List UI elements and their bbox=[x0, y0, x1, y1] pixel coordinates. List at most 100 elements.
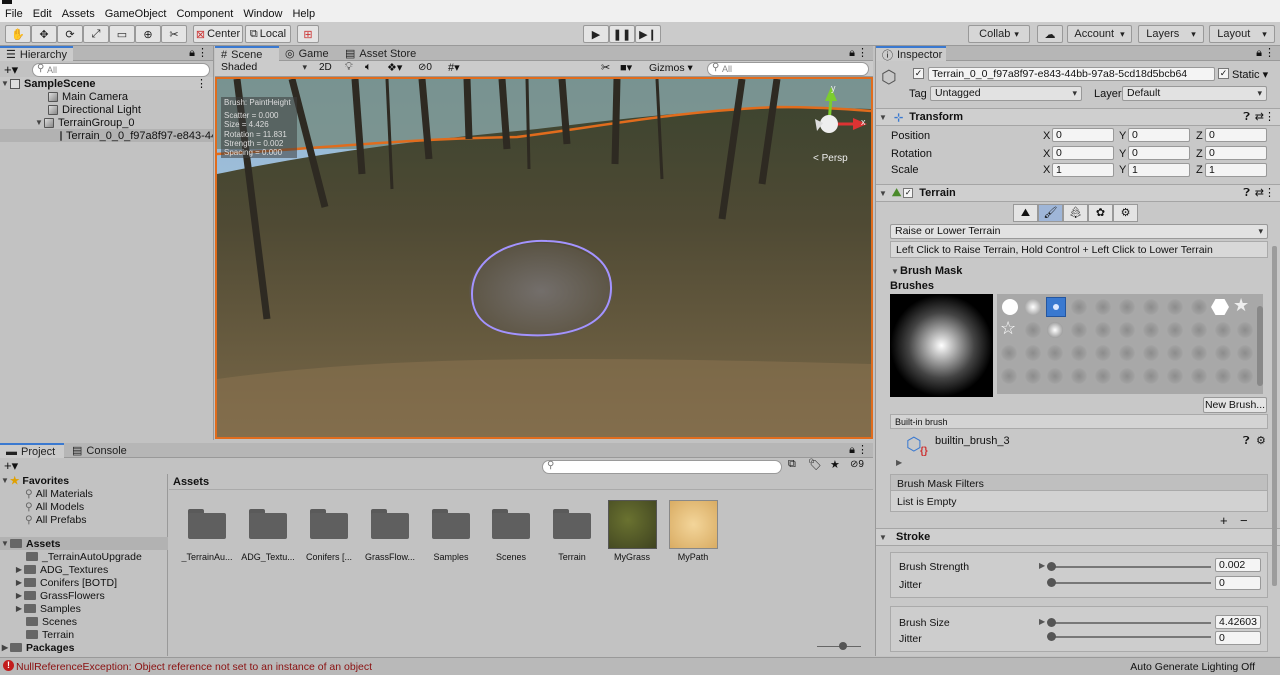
brush-cell[interactable] bbox=[1001, 345, 1017, 361]
menu-edit[interactable]: Edit bbox=[28, 8, 57, 20]
collab-dropdown[interactable]: Collab ▾ bbox=[968, 25, 1030, 43]
hierarchy-item-directional-light[interactable]: Directional Light bbox=[0, 103, 213, 116]
menu-dots-icon[interactable]: ⋮ bbox=[857, 443, 868, 456]
brush-cell[interactable] bbox=[1095, 345, 1111, 361]
scale-x-field[interactable]: 1 bbox=[1052, 163, 1114, 177]
tab-asset-store[interactable]: ▤ Asset Store bbox=[339, 46, 422, 61]
static-label[interactable]: Static ▾ bbox=[1232, 68, 1268, 81]
terrain-enabled-checkbox[interactable]: ✓ bbox=[903, 188, 914, 198]
brush-cell[interactable] bbox=[1095, 368, 1111, 384]
size-jitter-slider[interactable] bbox=[1047, 628, 1211, 642]
brush-cell[interactable] bbox=[1119, 299, 1135, 315]
gizmos-dropdown[interactable]: Gizmos ▾ bbox=[649, 62, 693, 74]
slider-knob[interactable] bbox=[1047, 578, 1056, 587]
rotation-y-field[interactable]: 0 bbox=[1128, 146, 1190, 160]
hierarchy-item-terraingroup[interactable]: ▼ TerrainGroup_0 bbox=[0, 116, 213, 129]
expand-triangle-icon[interactable]: ▼ bbox=[878, 189, 888, 198]
paint-brush-icon[interactable]: 🖌︎ bbox=[1038, 204, 1063, 222]
rotation-x-field[interactable]: 0 bbox=[1052, 146, 1114, 160]
transform-tool-icon[interactable]: ⊕ bbox=[135, 25, 161, 43]
lock-icon[interactable]: 🔒︎ bbox=[849, 47, 855, 60]
brush-cell[interactable] bbox=[1211, 299, 1229, 315]
slider-knob[interactable] bbox=[1047, 618, 1056, 627]
hidden-objects-toggle[interactable]: ⊘0 bbox=[418, 62, 432, 73]
star-outline-brush-icon[interactable]: ☆ bbox=[1000, 318, 1016, 339]
lock-icon[interactable]: 🔒︎ bbox=[849, 444, 855, 457]
stroke-header[interactable]: ▼ Stroke bbox=[876, 528, 1280, 546]
brush-cell[interactable] bbox=[1071, 322, 1087, 338]
position-z-field[interactable]: 0 bbox=[1205, 128, 1267, 142]
asset-label[interactable]: Samples bbox=[419, 552, 483, 562]
menu-dots-icon[interactable]: ⋮ bbox=[1264, 186, 1275, 199]
help-icon[interactable]: ❓︎ bbox=[1243, 187, 1250, 200]
help-icon[interactable]: ❓︎ bbox=[1243, 111, 1250, 124]
position-y-field[interactable]: 0 bbox=[1128, 128, 1190, 142]
hierarchy-item-terrain[interactable]: Terrain_0_0_f97a8f97-e843-44 bbox=[0, 129, 213, 142]
brush-cell[interactable] bbox=[1025, 322, 1041, 338]
menu-dots-icon[interactable]: ⋮ bbox=[857, 46, 868, 59]
brush-cell[interactable] bbox=[1143, 299, 1159, 315]
packages-row[interactable]: ▶ Packages bbox=[0, 641, 168, 654]
project-search-input[interactable] bbox=[542, 460, 782, 474]
menu-assets[interactable]: Assets bbox=[57, 8, 100, 20]
hand-tool-icon[interactable]: ✋ bbox=[5, 25, 31, 43]
folder-icon[interactable] bbox=[492, 509, 530, 539]
asset-folder-row[interactable]: Terrain bbox=[0, 628, 168, 641]
status-error-text[interactable]: NullReferenceException: Object reference… bbox=[16, 661, 372, 673]
tab-project[interactable]: ▬ Project bbox=[0, 443, 64, 458]
brush-cell[interactable] bbox=[1001, 368, 1017, 384]
brush-cell[interactable] bbox=[1119, 368, 1135, 384]
menu-dots-icon[interactable]: ⋮ bbox=[1264, 46, 1275, 59]
expand-triangle-icon[interactable]: ▶ bbox=[14, 578, 24, 587]
terrain-tool-dropdown[interactable]: Raise or Lower Terrain bbox=[890, 224, 1268, 239]
snap-icon[interactable]: ⊞ bbox=[297, 25, 319, 43]
path-texture-thumbnail[interactable] bbox=[669, 500, 718, 549]
scale-z-field[interactable]: 1 bbox=[1205, 163, 1267, 177]
audio-toggle-icon[interactable]: 🔈︎ bbox=[365, 61, 372, 74]
scale-y-field[interactable]: 1 bbox=[1128, 163, 1190, 177]
tab-game[interactable]: ◎ Game bbox=[279, 46, 335, 61]
brush-cell[interactable] bbox=[1002, 299, 1018, 315]
transform-header[interactable]: ▼ ⊹ Transform ❓︎ ⇄ ⋮ bbox=[876, 108, 1280, 126]
folder-icon[interactable] bbox=[553, 509, 591, 539]
expand-triangle-icon[interactable]: ▶ bbox=[14, 565, 24, 574]
hidden-packages-toggle[interactable]: ⊘9 bbox=[850, 459, 864, 470]
strength-jitter-slider[interactable] bbox=[1047, 574, 1211, 588]
favorite-star-icon[interactable]: ★ bbox=[830, 458, 840, 471]
account-dropdown[interactable]: Account ▾ bbox=[1067, 25, 1132, 43]
shading-dropdown[interactable]: Shaded bbox=[217, 61, 311, 76]
expand-triangle-icon[interactable]: ▶ bbox=[14, 591, 24, 600]
slider-knob[interactable] bbox=[1047, 632, 1056, 641]
static-checkbox[interactable]: ✓ bbox=[1218, 68, 1229, 79]
expand-triangle-icon[interactable]: ▶ bbox=[896, 458, 902, 467]
expand-triangle-icon[interactable]: ▼ bbox=[0, 539, 10, 548]
tag-dropdown[interactable]: Untagged bbox=[930, 86, 1082, 101]
brush-cell[interactable] bbox=[1071, 299, 1087, 315]
brush-cell[interactable] bbox=[1025, 368, 1041, 384]
menu-dots-icon[interactable]: ⋮ bbox=[1264, 110, 1275, 123]
preset-icon[interactable]: ⇄ bbox=[1255, 110, 1264, 123]
expand-triangle-icon[interactable]: ▼ bbox=[878, 113, 888, 122]
brush-cell[interactable] bbox=[1095, 299, 1111, 315]
expand-triangle-icon[interactable]: ▼ bbox=[0, 476, 10, 485]
favorites-row[interactable]: ▼ ★ Favorites bbox=[0, 474, 168, 487]
new-brush-button[interactable]: New Brush... bbox=[1203, 397, 1267, 413]
step-button[interactable]: ▶❙ bbox=[635, 25, 661, 43]
raise-terrain-icon[interactable]: ⛰ bbox=[1013, 204, 1038, 222]
star-brush-icon[interactable]: ★ bbox=[1233, 295, 1249, 316]
rotate-tool-icon[interactable]: ⟳ bbox=[57, 25, 83, 43]
asset-folder-row[interactable]: _TerrainAutoUpgrade bbox=[0, 550, 168, 563]
rotation-z-field[interactable]: 0 bbox=[1205, 146, 1267, 160]
active-checkbox[interactable]: ✓ bbox=[913, 68, 924, 79]
brush-grid[interactable]: ★ ☆ bbox=[997, 294, 1263, 394]
camera-dropdown-icon[interactable]: ■▾ bbox=[620, 61, 632, 74]
brush-cell[interactable] bbox=[1191, 368, 1207, 384]
brush-grid-scrollbar[interactable] bbox=[1257, 306, 1263, 386]
scene-search-input[interactable]: All bbox=[707, 62, 869, 76]
brush-cell[interactable] bbox=[1095, 322, 1111, 338]
create-plus-button[interactable]: +▾ bbox=[4, 62, 18, 78]
folder-icon[interactable] bbox=[249, 509, 287, 539]
asset-label[interactable]: _TerrainAu... bbox=[175, 552, 239, 562]
slider-knob[interactable] bbox=[1047, 562, 1056, 571]
brush-size-field[interactable]: 4.42603 bbox=[1215, 615, 1261, 629]
